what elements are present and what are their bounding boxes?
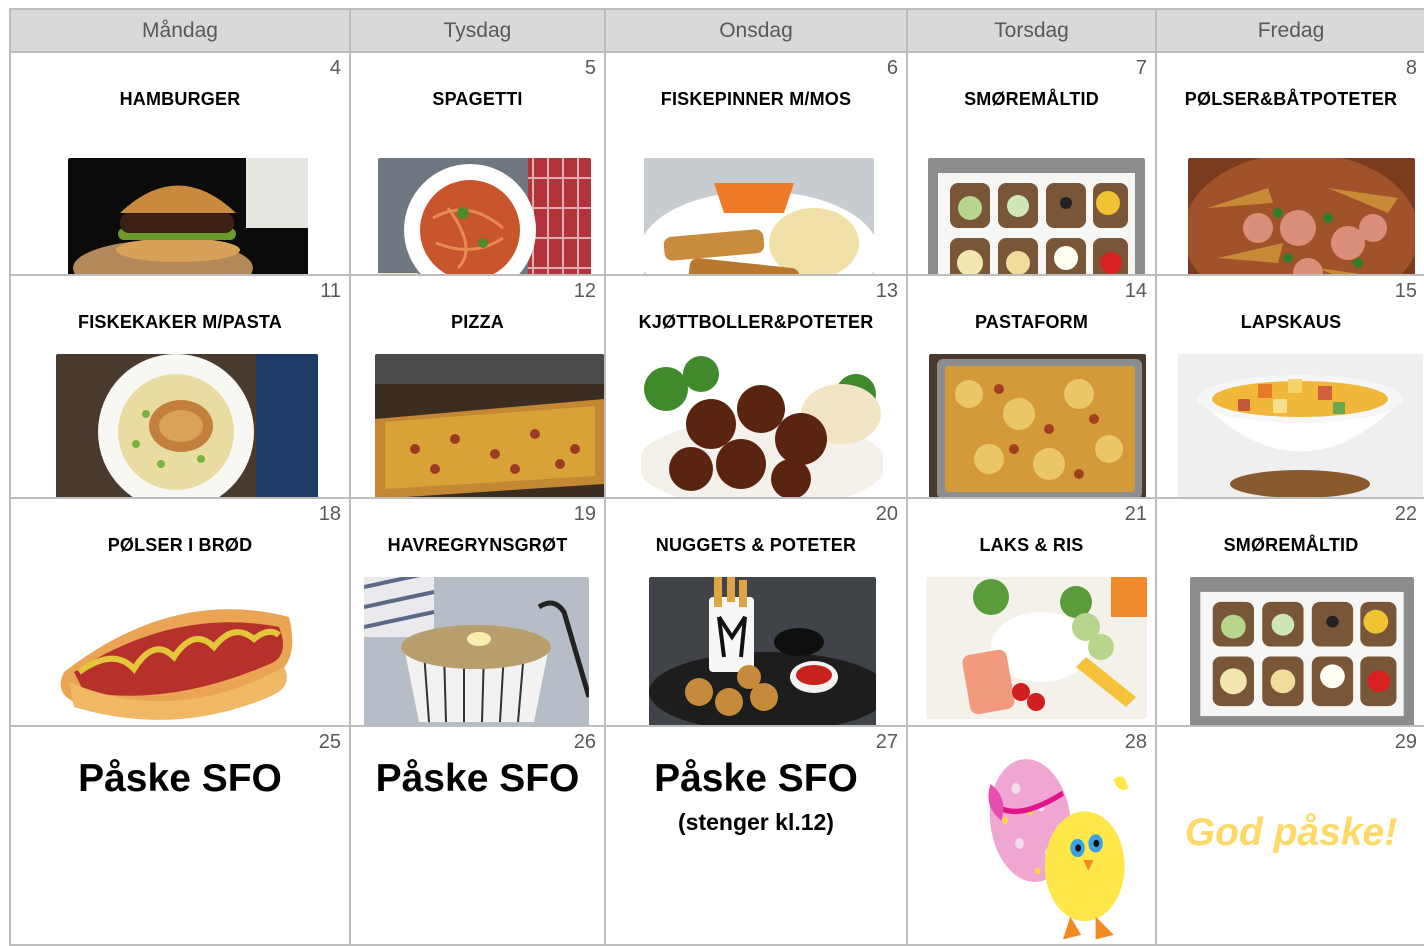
day-cell: 7 SMØREMÅLTID [908, 53, 1157, 276]
day-cell: 29 God påske! [1157, 727, 1424, 946]
weekday-header: Måndag [11, 10, 351, 53]
day-number: 19 [573, 503, 596, 525]
closure-title: Påske SFO [375, 757, 580, 800]
day-number: 27 [875, 731, 898, 753]
meal-name: NUGGETS & POTETER [655, 535, 857, 555]
meal-name: HAVREGRYNSGRØT [387, 535, 568, 555]
day-number: 20 [875, 503, 898, 525]
meal-name: PØLSER I BRØD [107, 535, 253, 555]
day-number: 14 [1124, 280, 1147, 302]
day-number: 12 [573, 280, 596, 302]
weekday-header: Tysdag [351, 10, 606, 53]
pizza-photo [375, 354, 604, 497]
day-cell: 15 LAPSKAUS [1157, 276, 1424, 499]
weekday-header: Onsdag [606, 10, 908, 53]
day-cell: 21 LAKS & RIS [908, 499, 1157, 727]
meal-name: PASTAFORM [974, 312, 1089, 332]
day-cell: 12 PIZZA [351, 276, 606, 499]
day-cell: 11 FISKEKAKER M/PASTA [11, 276, 351, 499]
day-cell: 8 PØLSER&BÅTPOTETER [1157, 53, 1424, 276]
day-cell: 26 Påske SFO [351, 727, 606, 946]
meal-name: PIZZA [451, 312, 504, 332]
closure-note: (stenger kl.12) [678, 809, 834, 835]
salmon-rice-photo [926, 577, 1147, 719]
day-cell: 22 SMØREMÅLTID [1157, 499, 1424, 727]
meatballs-photo [641, 354, 883, 497]
day-cell: 4 HAMBURGER [11, 53, 351, 276]
day-cell: 5 SPAGETTI [351, 53, 606, 276]
meal-name: SMØREMÅLTID [1223, 535, 1359, 555]
day-number: 13 [875, 280, 898, 302]
day-cell: 28 [908, 727, 1157, 946]
day-cell: 13 KJØTTBOLLER&POTETER [606, 276, 908, 499]
day-number: 5 [584, 57, 596, 79]
meal-name: PØLSER&BÅTPOTETER [1184, 89, 1398, 109]
day-cell: 14 PASTAFORM [908, 276, 1157, 499]
day-cell: 25 Påske SFO [11, 727, 351, 946]
closure-title: Påske SFO [654, 757, 858, 800]
open-sandwiches-photo [1190, 577, 1414, 725]
weekday-header: Torsdag [908, 10, 1157, 53]
spaghetti-photo [378, 158, 591, 274]
meal-name: FISKEPINNER M/MOS [660, 89, 852, 109]
sausages-potato-wedges-photo [1188, 158, 1415, 274]
easter-greeting: God påske! [1184, 811, 1398, 854]
day-cell: 27 Påske SFO (stenger kl.12) [606, 727, 908, 946]
meal-name: FISKEKAKER M/PASTA [78, 312, 282, 332]
closure-title: Påske SFO [78, 757, 282, 800]
hotdog-photo [54, 577, 296, 724]
day-cell: 6 FISKEPINNER M/MOS [606, 53, 908, 276]
day-cell: 19 HAVREGRYNSGRØT [351, 499, 606, 727]
weekday-header: Fredag [1157, 10, 1424, 53]
day-number: 15 [1394, 280, 1417, 302]
pasta-bake-photo [929, 354, 1146, 497]
day-number: 22 [1394, 503, 1417, 525]
meal-name: SPAGETTI [432, 89, 523, 109]
day-number: 26 [573, 731, 596, 753]
day-number: 18 [318, 503, 341, 525]
fish-cakes-pasta-photo [56, 354, 318, 497]
easter-chick-illustration [976, 752, 1150, 944]
day-number: 21 [1124, 503, 1147, 525]
oatmeal-photo [364, 577, 589, 725]
nuggets-fries-photo [649, 577, 876, 725]
meal-name: LAPSKAUS [1240, 312, 1342, 332]
day-number: 8 [1405, 57, 1417, 79]
meal-name: LAKS & RIS [979, 535, 1084, 555]
meal-name: SMØREMÅLTID [964, 89, 1099, 109]
fish-sticks-mash-photo [644, 158, 874, 274]
lunch-calendar: Måndag Tysdag Onsdag Torsdag Fredag 4 HAMBURGE… [9, 8, 1424, 946]
meal-name: KJØTTBOLLER&POTETER [638, 312, 874, 332]
day-cell: 18 PØLSER I BRØD [11, 499, 351, 727]
day-number: 28 [1124, 731, 1147, 753]
open-sandwiches-photo [928, 158, 1145, 274]
stew-bowl-photo [1178, 354, 1423, 497]
meal-name: HAMBURGER [119, 89, 241, 109]
day-number: 11 [320, 280, 341, 302]
day-number: 29 [1394, 731, 1417, 753]
day-number: 4 [329, 57, 341, 79]
day-cell: 20 NUGGETS & POTETER [606, 499, 908, 727]
hamburger-photo [68, 158, 308, 274]
day-number: 25 [318, 731, 341, 753]
day-number: 7 [1135, 57, 1147, 79]
day-number: 6 [886, 57, 898, 79]
